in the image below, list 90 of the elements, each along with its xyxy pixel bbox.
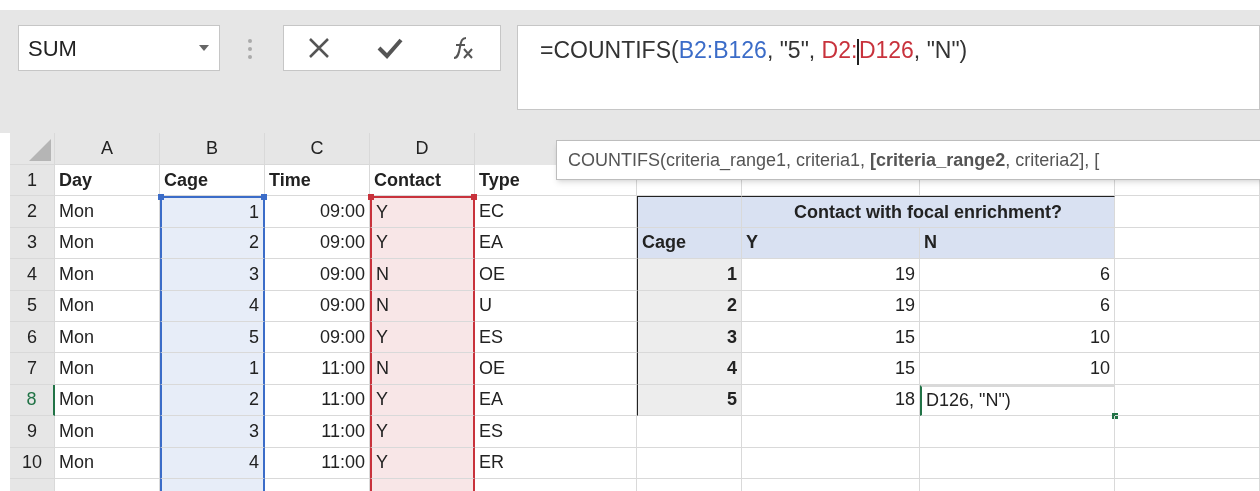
range-handle[interactable]	[261, 194, 267, 201]
sheet-cell[interactable]: Y	[370, 384, 475, 417]
sheet-cell[interactable]: 11:00	[265, 384, 370, 417]
row-header[interactable]: 9	[10, 416, 55, 448]
table-cell: 15	[742, 321, 920, 354]
column-header[interactable]: B	[160, 133, 265, 165]
sheet-cell[interactable]: Mon	[55, 259, 160, 291]
sheet-cell[interactable]: N	[370, 353, 475, 385]
sheet-cell[interactable]: 1	[160, 196, 265, 228]
sheet-cell[interactable]: N	[370, 290, 475, 322]
dropdown-caret-icon	[199, 45, 209, 51]
sheet-cell[interactable]: 09:00	[265, 259, 370, 291]
sheet-cell[interactable]: 09:00	[265, 321, 370, 354]
row-header[interactable]: 10	[10, 447, 55, 479]
table-cell: 18	[742, 384, 920, 417]
sheet-cell[interactable]	[160, 478, 265, 491]
sheet-cell[interactable]: Mon	[55, 196, 160, 228]
table-title: Contact with focal enrichment?	[742, 196, 1115, 228]
sheet-cell[interactable]: Mon	[55, 353, 160, 385]
grip-icon	[248, 39, 252, 59]
table-cell: 10	[920, 321, 1115, 354]
sheet-cell[interactable]: 5	[160, 321, 265, 354]
sheet-cell[interactable]: 3	[160, 416, 265, 448]
active-cell[interactable]: D126, "N")	[920, 384, 1115, 417]
sheet-cell[interactable]: Day	[55, 165, 160, 197]
select-all-icon[interactable]	[29, 139, 51, 161]
name-box-value: SUM	[28, 34, 78, 63]
sheet-cell[interactable]: Mon	[55, 416, 160, 448]
table-cell: 6	[920, 290, 1115, 322]
sheet-cell[interactable]: Y	[370, 321, 475, 354]
row-header[interactable]: 4	[10, 259, 55, 291]
range-handle[interactable]	[158, 194, 164, 201]
column-header[interactable]: C	[265, 133, 370, 165]
sheet-cell[interactable]: Mon	[55, 384, 160, 417]
table-cell: 6	[920, 259, 1115, 291]
table-cell: 3	[637, 321, 742, 354]
sheet-cell[interactable]: Mon	[55, 321, 160, 354]
sheet-cell[interactable]: 3	[160, 259, 265, 291]
table-cell: 4	[637, 353, 742, 385]
sheet-cell[interactable]: 11:00	[265, 447, 370, 479]
range-handle[interactable]	[471, 194, 477, 201]
sheet-cell[interactable]	[637, 196, 742, 228]
fill-handle[interactable]	[1112, 413, 1118, 420]
table-header: N	[920, 227, 1115, 260]
sheet-cell[interactable]: ER	[475, 447, 637, 479]
sheet-cell[interactable]: N	[370, 259, 475, 291]
column-header[interactable]: D	[370, 133, 475, 165]
sheet-cell[interactable]: 11:00	[265, 353, 370, 385]
table-cell: 5	[637, 384, 742, 417]
sheet-cell[interactable]: Y	[370, 416, 475, 448]
range-handle[interactable]	[368, 194, 374, 201]
row-header[interactable]: 8	[10, 384, 55, 417]
sheet-cell[interactable]: 4	[160, 290, 265, 322]
checkmark-icon[interactable]	[377, 37, 403, 59]
name-box[interactable]: SUM	[18, 25, 220, 71]
table-cell: 1	[637, 259, 742, 291]
row-header[interactable]: 5	[10, 290, 55, 322]
table-header: Cage	[637, 227, 742, 260]
row-header[interactable]: 2	[10, 196, 55, 228]
sheet-cell[interactable]	[370, 478, 475, 491]
table-cell: 19	[742, 259, 920, 291]
sheet-cell[interactable]: 09:00	[265, 290, 370, 322]
row-header[interactable]: 1	[10, 165, 55, 197]
sheet-cell[interactable]: Mon	[55, 290, 160, 322]
sheet-cell[interactable]: 09:00	[265, 196, 370, 228]
sheet-cell[interactable]: 11:00	[265, 416, 370, 448]
sheet-cell[interactable]: Mon	[55, 447, 160, 479]
sheet-cell[interactable]: 1	[160, 353, 265, 385]
sheet-cell[interactable]: Y	[370, 227, 475, 260]
sheet-cell[interactable]: 2	[160, 227, 265, 260]
table-header: Y	[742, 227, 920, 260]
formula-text: =COUNTIFS(B2:B126, "5", D2:D126, "N")	[540, 37, 968, 63]
sheet-cell[interactable]: 2	[160, 384, 265, 417]
row-header[interactable]	[10, 133, 55, 165]
table-cell: 15	[742, 353, 920, 385]
column-header[interactable]: A	[55, 133, 160, 165]
row-header[interactable]: 3	[10, 227, 55, 260]
formula-field[interactable]: =COUNTIFS(B2:B126, "5", D2:D126, "N")	[517, 25, 1260, 110]
table-cell: 10	[920, 353, 1115, 385]
close-icon[interactable]	[307, 37, 330, 59]
sheet-cell[interactable]: Y	[370, 447, 475, 479]
sheet-cell[interactable]: 4	[160, 447, 265, 479]
sheet-cell[interactable]: ES	[475, 416, 637, 448]
table-cell: 2	[637, 290, 742, 322]
table-cell: 19	[742, 290, 920, 322]
sheet-cell[interactable]: Y	[370, 196, 475, 228]
sheet-cell[interactable]: Mon	[55, 227, 160, 260]
row-header[interactable]: 6	[10, 321, 55, 354]
sheet-cell[interactable]: 09:00	[265, 227, 370, 260]
row-header[interactable]: 7	[10, 353, 55, 385]
